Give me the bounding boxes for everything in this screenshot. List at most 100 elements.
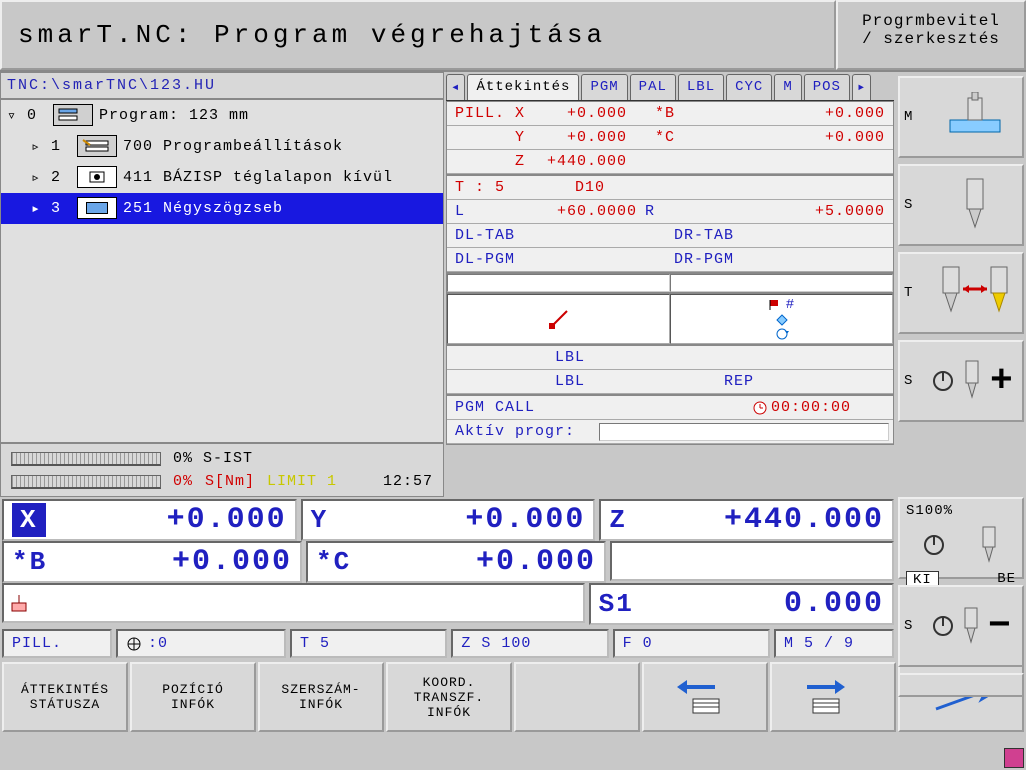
clock: 12:57 <box>383 473 433 490</box>
axis-x-val: +0.000 <box>531 104 631 123</box>
side-btn-s[interactable]: S <box>898 164 1024 246</box>
knob-icon <box>932 370 954 392</box>
expand-icon[interactable]: ▹ <box>31 168 45 187</box>
tool-change-icon <box>932 263 1018 323</box>
settings-icon <box>77 135 117 157</box>
dr-tab: DR-TAB <box>670 226 889 245</box>
tool-l-val: +60.0000 <box>481 202 641 221</box>
tree-label: 411 BÁZISP téglalapon kívül <box>123 169 393 186</box>
side-btn-s-minus[interactable]: S − <box>898 585 1024 667</box>
bstat-pill: PILL. <box>2 629 112 658</box>
tree-row-1[interactable]: ▹ 1 700 Programbeállítások <box>1 131 443 162</box>
title-main: smarT.NC: Program végrehajtása <box>0 0 836 70</box>
tab-m[interactable]: M <box>774 74 801 100</box>
side-softkeys: M S T S <box>896 72 1026 497</box>
pill-label: PILL. <box>451 104 511 123</box>
side-btn-t[interactable]: T <box>898 252 1024 334</box>
dro-s-val: 0.000 <box>665 587 884 621</box>
tab-pal[interactable]: PAL <box>630 74 676 100</box>
arrow-left-icon <box>675 677 735 717</box>
tab-scroll-right[interactable]: ▸ <box>852 74 871 100</box>
side-btn-s100[interactable]: S100% KI BE <box>898 497 1024 579</box>
datum-graphic <box>447 294 670 344</box>
override-slider-1[interactable] <box>11 452 161 466</box>
tab-overview[interactable]: Áttekintés <box>467 74 579 100</box>
pill-panel: PILL. X +0.000 *B +0.000 Y +0.000 *C +0.… <box>446 101 894 175</box>
status-box: 0% S-IST 0% S[Nm] LIMIT 1 12:57 <box>0 443 444 497</box>
tree-label: 251 Négyszögzseb <box>123 200 283 217</box>
machine-icon <box>932 87 1018 147</box>
axis-x: X <box>511 104 531 123</box>
softkey-line: INFÓK <box>299 697 343 712</box>
softkey-overview-status[interactable]: ÁTTEKINTÉS STÁTUSZA <box>2 662 128 732</box>
tab-strip: ◂ Áttekintés PGM PAL LBL CYC M POS ▸ <box>446 74 894 101</box>
lbl-1: LBL <box>551 348 889 367</box>
softkey-line: POZÍCIÓ <box>162 682 224 697</box>
lbl-2: LBL <box>551 372 720 391</box>
side-lbl-s2: S <box>904 373 926 389</box>
override-slider-2[interactable] <box>11 475 161 489</box>
tab-lbl[interactable]: LBL <box>678 74 724 100</box>
tab-cyc[interactable]: CYC <box>726 74 772 100</box>
axis-y: Y <box>511 128 531 147</box>
softkey-empty-5[interactable] <box>514 662 640 732</box>
dro-b: *B +0.000 <box>2 541 302 583</box>
dro-s-label: S1 <box>599 589 659 619</box>
dro-b-val: +0.000 <box>78 545 292 579</box>
bstat-zs: Z S 100 <box>451 629 608 658</box>
mode-line-1: Progrmbevitel <box>846 12 1016 30</box>
program-tree[interactable]: ▿ 0 Program: 123 mm ▹ 1 700 Programbeáll… <box>0 99 444 443</box>
mode-label: Progrmbevitel / szerkesztés <box>836 0 1026 70</box>
flag-icon <box>768 298 782 312</box>
mode-line-2: / szerkesztés <box>846 30 1016 48</box>
softkey-line: KOORD. <box>423 675 476 690</box>
path-bar: TNC:\smarTNC\123.HU <box>0 72 444 99</box>
softkey-line: INFÓK <box>171 697 215 712</box>
tool-l-label: L <box>451 202 481 221</box>
clock-icon <box>753 401 767 415</box>
snm-lbl: S[Nm] <box>205 473 255 490</box>
tree-row-0[interactable]: ▿ 0 Program: 123 mm <box>1 100 443 131</box>
axis-y-val: +0.000 <box>531 128 631 147</box>
softkey-line: TRANSZF. <box>414 690 484 705</box>
rotate-icon <box>775 327 789 341</box>
softkey-line: STÁTUSZA <box>30 697 100 712</box>
side-btn-m[interactable]: M <box>898 76 1024 158</box>
softkey-coord-transf[interactable]: KOORD. TRANSZF. INFÓK <box>386 662 512 732</box>
arrow-right-icon <box>803 677 863 717</box>
side-btn-s-plus[interactable]: S + <box>898 340 1024 422</box>
field-blank-2 <box>670 274 893 292</box>
softkey-position-info[interactable]: POZÍCIÓ INFÓK <box>130 662 256 732</box>
dro-b-label: *B <box>12 547 72 577</box>
graphic-panel-2: # <box>446 293 894 345</box>
softkey-line: SZERSZÁM- <box>281 682 360 697</box>
tab-scroll-left[interactable]: ◂ <box>446 74 465 100</box>
knob-icon <box>923 534 945 556</box>
dro-aux <box>2 583 585 623</box>
expand-icon[interactable]: ▹ <box>31 137 45 156</box>
dl-pgm: DL-PGM <box>451 250 670 269</box>
dro-c-label: *C <box>316 547 376 577</box>
side-btn-empty[interactable] <box>898 673 1024 697</box>
expand-icon[interactable]: ▸ <box>31 199 45 218</box>
dro-x: X +0.000 <box>2 499 297 541</box>
softkey-page-left[interactable] <box>642 662 768 732</box>
graphic-panel <box>446 273 894 293</box>
dl-tab: DL-TAB <box>451 226 670 245</box>
tab-pgm[interactable]: PGM <box>581 74 627 100</box>
dro-x-label: X <box>12 503 46 537</box>
tree-index: 1 <box>51 138 71 155</box>
tool-panel: T : 5 D10 L +60.0000 R +5.0000 DL-TAB DR… <box>446 175 894 273</box>
softkey-page-right[interactable] <box>770 662 896 732</box>
datum-icon <box>77 166 117 188</box>
tab-pos[interactable]: POS <box>804 74 850 100</box>
field-blank-1 <box>447 274 670 292</box>
tree-index: 3 <box>51 200 71 217</box>
spindle-small-icon <box>960 359 984 403</box>
softkey-tool-info[interactable]: SZERSZÁM- INFÓK <box>258 662 384 732</box>
tree-row-3[interactable]: ▸ 3 251 Négyszögzseb <box>1 193 443 224</box>
spindle-icon <box>960 606 982 646</box>
transform-graphic: # <box>670 294 893 344</box>
tree-row-2[interactable]: ▹ 2 411 BÁZISP téglalapon kívül <box>1 162 443 193</box>
expand-icon[interactable]: ▿ <box>7 106 21 125</box>
